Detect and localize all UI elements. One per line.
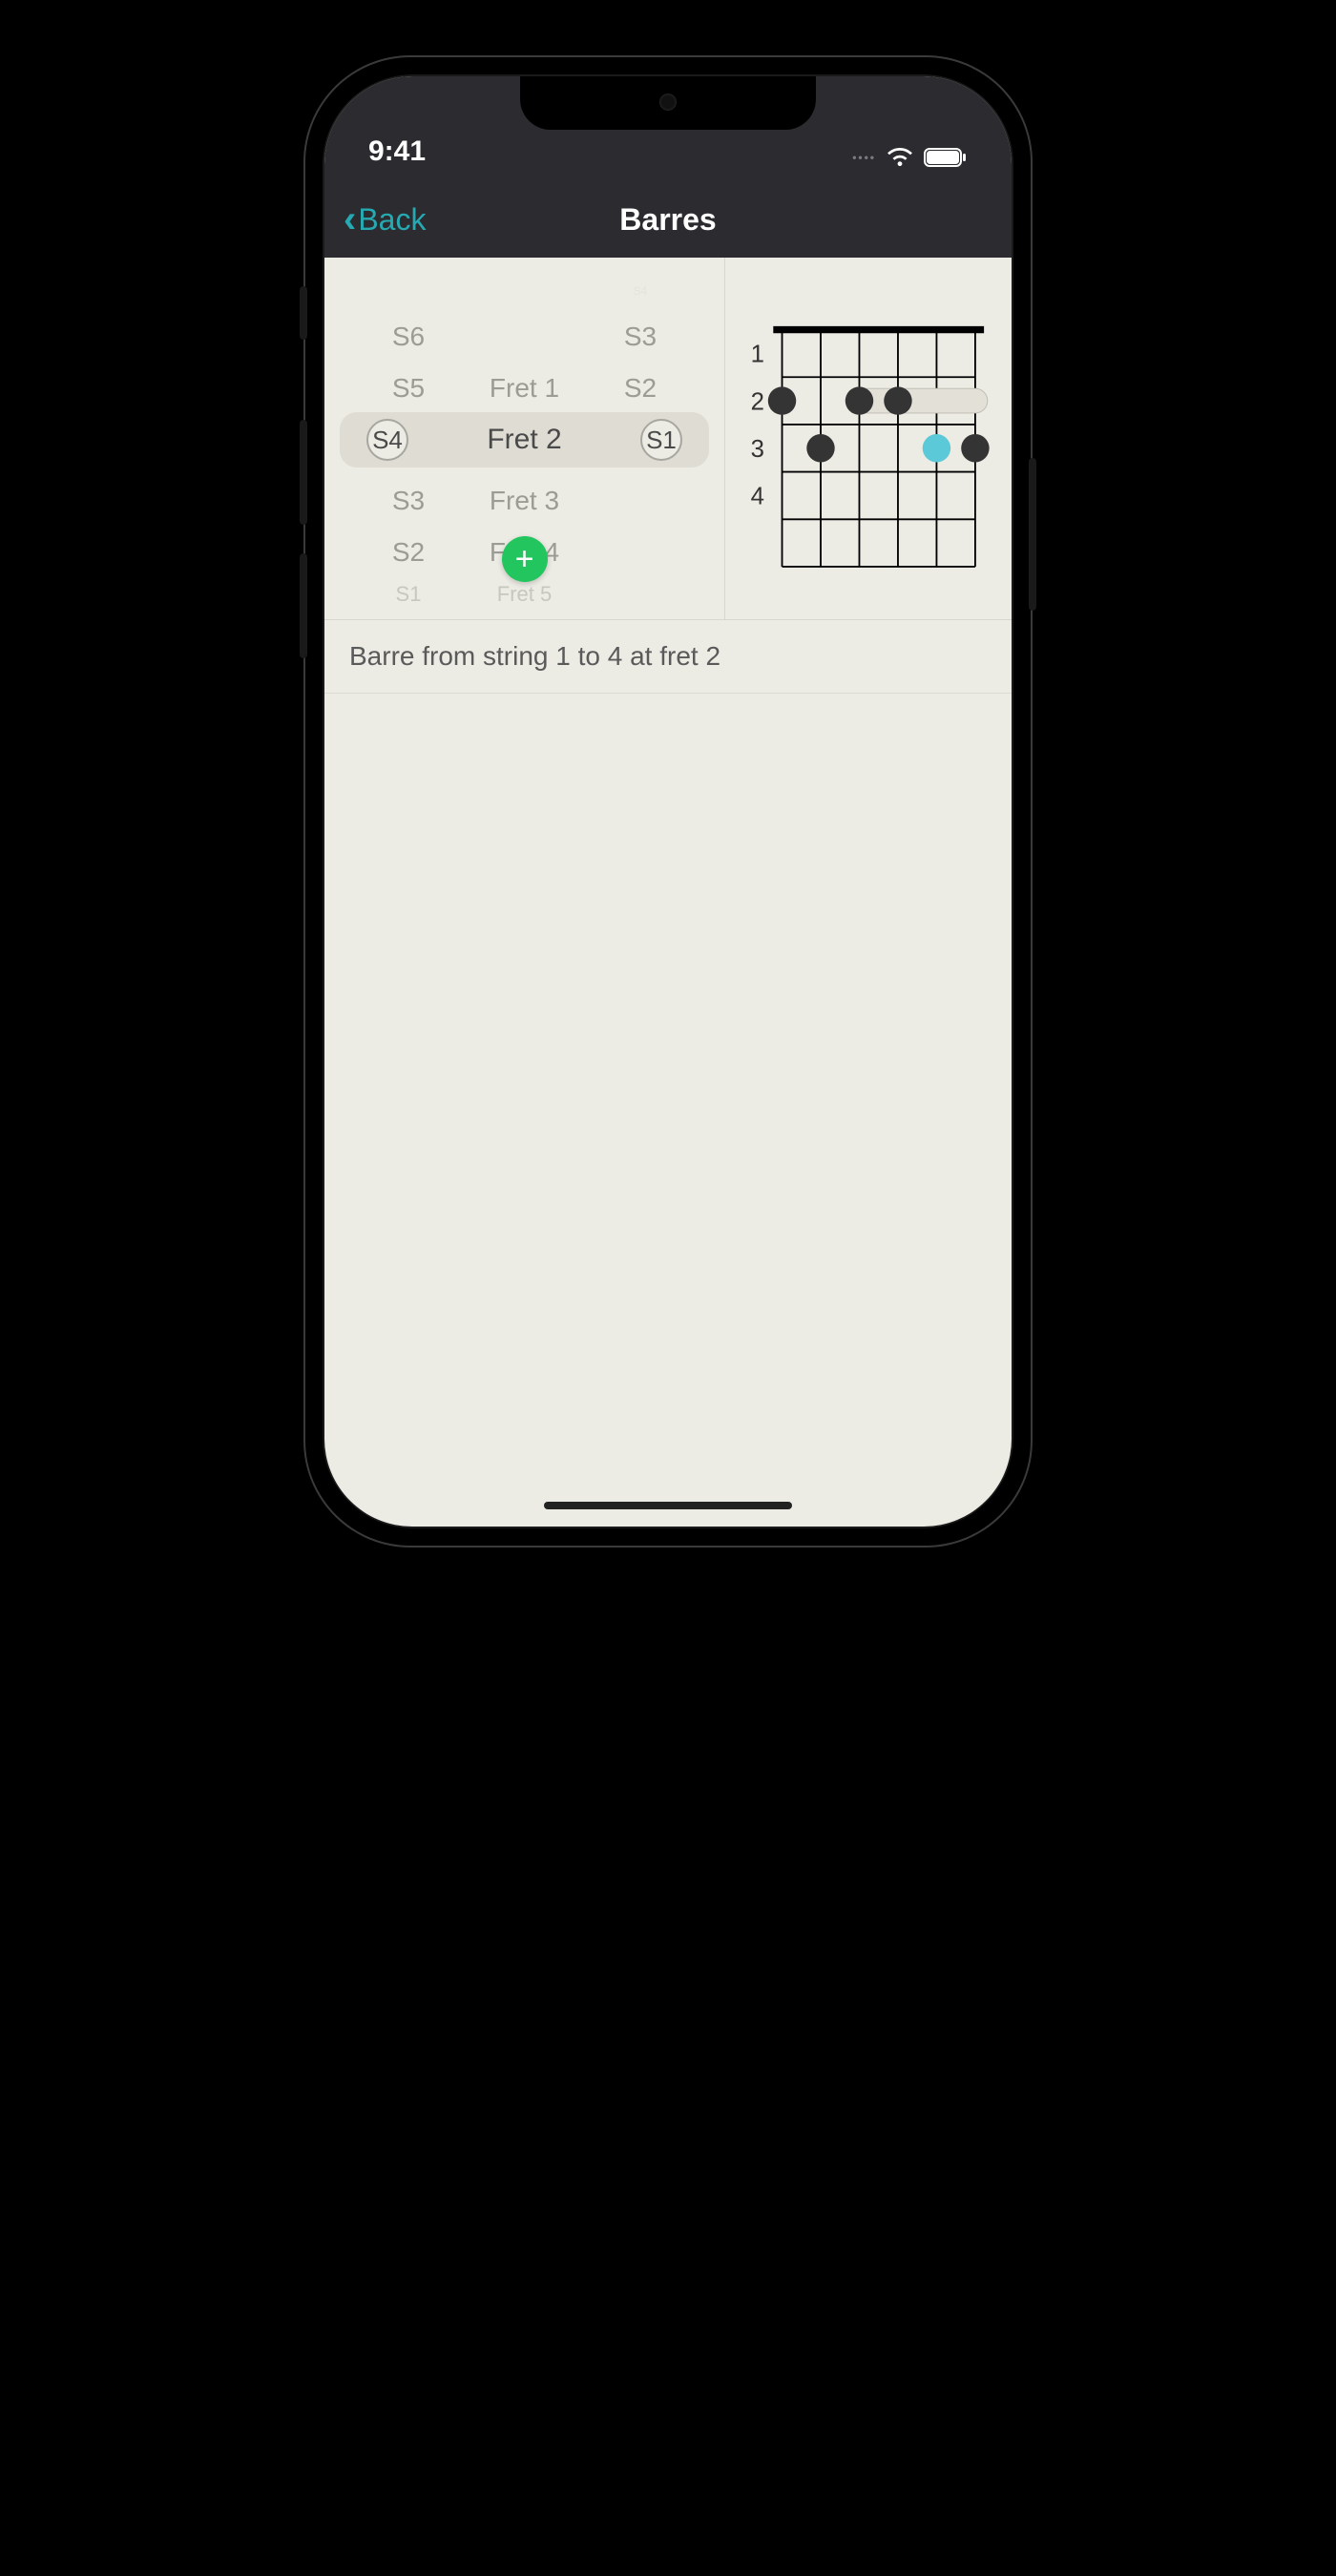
back-button[interactable]: ‹ Back: [344, 200, 426, 239]
picker-right-xfar: S4: [602, 284, 678, 298]
chord-diagram: 1 2 3 4: [733, 307, 996, 584]
screen: 9:41 •••• ‹ Back Barres: [324, 76, 1012, 1527]
picker-right-1: S2: [602, 373, 678, 404]
chevron-left-icon: ‹: [344, 200, 356, 239]
barre-row-label: Barre from string 1 to 4 at fret 2: [349, 641, 720, 671]
top-area: S4 S6 S3 S5 Fret 1: [324, 258, 1012, 620]
svg-text:3: 3: [751, 436, 764, 463]
picker-left-1: S5: [370, 373, 447, 404]
cellular-dots-icon: ••••: [852, 151, 876, 164]
barre-row[interactable]: Barre from string 1 to 4 at fret 2: [324, 620, 1012, 694]
notch: [520, 76, 816, 130]
chord-diagram-panel: 1 2 3 4: [725, 258, 1012, 619]
wifi-icon: [886, 147, 914, 168]
picker-from-string: S4: [366, 419, 408, 461]
picker-left-0: S6: [370, 322, 447, 352]
picker-to-string: S1: [640, 419, 682, 461]
volume-up-button[interactable]: [300, 420, 307, 525]
picker-left-b0: S3: [370, 486, 447, 516]
barre-picker[interactable]: S4 S6 S3 S5 Fret 1: [324, 258, 725, 619]
add-barre-button[interactable]: +: [502, 536, 548, 582]
status-time: 9:41: [368, 135, 426, 168]
plus-icon: +: [515, 541, 534, 578]
battery-icon: [924, 147, 968, 168]
picker-left-b2: S1: [370, 582, 447, 607]
picker-selected-row: S4 Fret 2 S1: [340, 412, 709, 467]
picker-fret: Fret 2: [487, 424, 561, 456]
picker-center-b2: Fret 5: [447, 582, 602, 607]
silence-switch[interactable]: [300, 286, 307, 340]
page-title: Barres: [619, 202, 716, 238]
svg-text:1: 1: [751, 342, 764, 368]
picker-left-b1: S2: [370, 537, 447, 568]
picker-right-0: S3: [602, 322, 678, 352]
power-button[interactable]: [1029, 458, 1036, 611]
svg-text:4: 4: [751, 484, 764, 510]
volume-down-button[interactable]: [300, 553, 307, 658]
picker-center-1: Fret 1: [447, 373, 602, 404]
back-label: Back: [358, 202, 426, 238]
picker-center-b0: Fret 3: [447, 486, 602, 516]
phone-frame: 9:41 •••• ‹ Back Barres: [305, 57, 1031, 1546]
camera-icon: [659, 93, 677, 111]
nav-bar: ‹ Back Barres: [324, 181, 1012, 258]
home-indicator[interactable]: [544, 1502, 792, 1509]
svg-text:2: 2: [751, 388, 764, 415]
